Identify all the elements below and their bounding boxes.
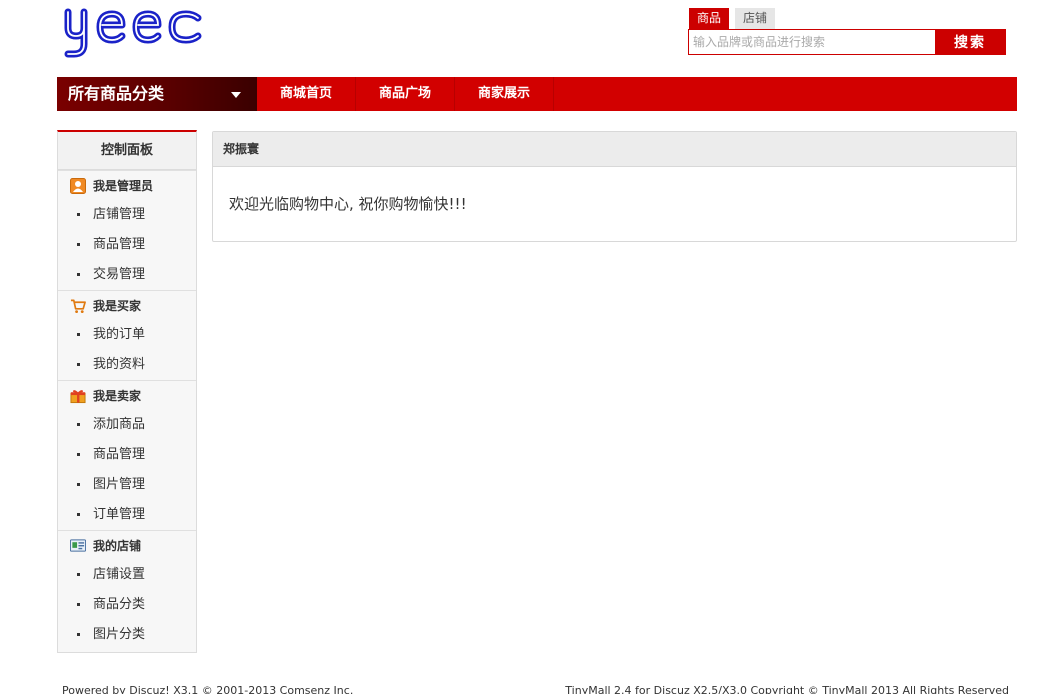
sidebar-item-shop-manage[interactable]: 店铺管理	[58, 200, 196, 230]
main-nav: 所有商品分类 商城首页 商品广场 商家展示	[57, 77, 1017, 111]
sidebar-item-seller-goods-manage[interactable]: 商品管理	[58, 440, 196, 470]
shopping-cart-icon	[70, 298, 86, 314]
sidebar-item-my-orders[interactable]: 我的订单	[58, 320, 196, 350]
yeec-logo[interactable]	[62, 4, 214, 60]
sidebar-group-buyer: 我是买家	[58, 290, 196, 320]
id-card-icon	[70, 538, 86, 554]
footer-powered-by: Powered by Discuz! X3.1 © 2001-2013 Coms…	[62, 684, 354, 694]
sidebar-item-my-profile[interactable]: 我的资料	[58, 350, 196, 380]
sidebar-item-add-goods[interactable]: 添加商品	[58, 410, 196, 440]
nav-item-merchants[interactable]: 商家展示	[455, 77, 555, 111]
nav-item-goods-square[interactable]: 商品广场	[356, 77, 456, 111]
welcome-message: 欢迎光临购物中心, 祝你购物愉快!!!	[229, 195, 467, 213]
search-input[interactable]	[689, 30, 935, 54]
control-panel-sidebar: 控制面板 我是管理员 店铺管理 商品管理 交易管理 我是买家 我的订单 我的资料…	[57, 130, 197, 653]
caret-down-icon	[231, 92, 241, 98]
sidebar-group-label: 我是卖家	[93, 389, 142, 403]
all-categories-label: 所有商品分类	[68, 84, 165, 103]
sidebar-title: 控制面板	[58, 132, 196, 170]
sidebar-group-label: 我是买家	[93, 299, 142, 313]
sidebar-item-shop-settings[interactable]: 店铺设置	[58, 560, 196, 590]
sidebar-item-order-manage[interactable]: 订单管理	[58, 500, 196, 530]
nav-item-home[interactable]: 商城首页	[257, 77, 357, 111]
sidebar-group-label: 我的店铺	[93, 539, 142, 553]
search-button[interactable]: 搜索	[935, 30, 1005, 54]
search-box: 搜索	[688, 29, 1006, 55]
sidebar-group-seller: 我是卖家	[58, 380, 196, 410]
sidebar-item-trade-manage[interactable]: 交易管理	[58, 260, 196, 290]
gift-box-icon	[70, 388, 86, 404]
search-tabs: 商品 店铺	[689, 8, 781, 29]
all-categories-menu[interactable]: 所有商品分类	[57, 77, 257, 111]
welcome-panel: 郑振寰 欢迎光临购物中心, 祝你购物愉快!!!	[212, 131, 1017, 242]
search-tab-goods[interactable]: 商品	[689, 8, 730, 29]
search-tab-shops[interactable]: 店铺	[735, 8, 776, 29]
sidebar-group-admin: 我是管理员	[58, 170, 196, 200]
sidebar-item-goods-category[interactable]: 商品分类	[58, 590, 196, 620]
panel-username: 郑振寰	[213, 132, 1016, 167]
admin-user-icon	[70, 177, 86, 194]
footer-copyright: TinyMall 2.4 for Discuz X2.5/X3.0 Copyri…	[565, 684, 1009, 694]
sidebar-item-goods-manage[interactable]: 商品管理	[58, 230, 196, 260]
sidebar-item-image-category[interactable]: 图片分类	[58, 620, 196, 650]
sidebar-group-label: 我是管理员	[93, 179, 154, 193]
sidebar-item-image-manage[interactable]: 图片管理	[58, 470, 196, 500]
sidebar-group-my-shop: 我的店铺	[58, 530, 196, 560]
